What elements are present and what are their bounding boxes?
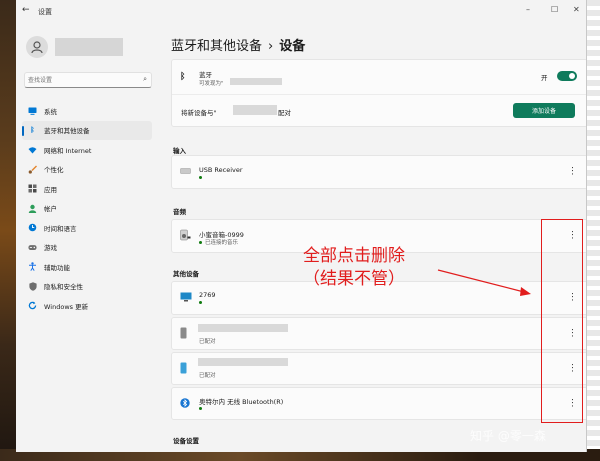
bluetooth-state-label: 开 bbox=[541, 74, 548, 82]
sidebar-item-label: 个性化 bbox=[44, 166, 64, 175]
keyboard-icon bbox=[180, 168, 191, 176]
sidebar-item-label: 应用 bbox=[44, 185, 57, 194]
device-name: 奥特尔内 无线 Bluetooth(R) bbox=[199, 398, 284, 406]
device-name: 2769 bbox=[199, 291, 216, 299]
window-title: 设置 bbox=[38, 8, 52, 16]
device-name-redacted bbox=[198, 324, 288, 332]
device-status: 已连接的音乐 bbox=[199, 238, 238, 246]
sidebar-item-bluetooth-devices[interactable]: ᛒ 蓝牙和其他设备 bbox=[22, 120, 152, 140]
sidebar-item-label: 系统 bbox=[44, 107, 57, 116]
sidebar-item-label: 网络和 Internet bbox=[44, 146, 92, 155]
avatar[interactable] bbox=[26, 36, 48, 58]
status-dot bbox=[199, 300, 205, 306]
search-input[interactable] bbox=[28, 75, 128, 85]
breadcrumb-parent[interactable]: 蓝牙和其他设备 bbox=[171, 39, 262, 54]
device-row-phone-2[interactable]: 已配对 ⋮ bbox=[171, 352, 586, 385]
back-arrow-icon[interactable]: ← bbox=[22, 5, 30, 15]
sidebar-nav: 系统 ᛒ 蓝牙和其他设备 网络和 Internet 个性化 应用 帐户 时间和语… bbox=[22, 101, 152, 316]
more-options-icon[interactable]: ⋮ bbox=[568, 167, 577, 177]
sidebar-item-label: 时间和语言 bbox=[44, 224, 77, 233]
maximize-icon[interactable]: ☐ bbox=[551, 5, 558, 14]
apps-icon bbox=[28, 184, 37, 193]
annotation-line-2: （结果不管） bbox=[303, 269, 405, 289]
sidebar-item-label: 辅助功能 bbox=[44, 263, 70, 272]
sidebar-item-label: 游戏 bbox=[44, 244, 57, 253]
person-icon bbox=[31, 41, 43, 54]
pair-text-suffix: 配对 bbox=[278, 109, 291, 117]
title-bar: ← 设置 – ☐ ✕ bbox=[16, 0, 586, 22]
bluetooth-toggle[interactable] bbox=[557, 71, 577, 81]
minimize-icon[interactable]: – bbox=[526, 5, 530, 14]
bluetooth-subtitle: 可发现为" bbox=[199, 81, 224, 87]
page-title: 设备 bbox=[279, 39, 306, 54]
bluetooth-card: ᛒ 蓝牙 可发现为" 开 将新设备与" 配对 添加设备 bbox=[171, 59, 586, 127]
pc-name-redacted bbox=[233, 105, 277, 115]
breadcrumb-separator: › bbox=[268, 39, 274, 54]
close-icon[interactable]: ✕ bbox=[573, 5, 580, 14]
shield-icon bbox=[28, 282, 37, 291]
device-row-usb-receiver[interactable]: USB Receiver ⋮ bbox=[171, 155, 586, 189]
device-name-redacted bbox=[230, 78, 282, 85]
sidebar-item-network[interactable]: 网络和 Internet bbox=[22, 140, 152, 160]
section-other-devices: 其他设备 bbox=[173, 270, 199, 278]
username-redacted bbox=[55, 38, 123, 56]
annotation-highlight-box bbox=[541, 219, 583, 423]
sidebar-item-accessibility[interactable]: 辅助功能 bbox=[22, 257, 152, 277]
device-status-text: 已配对 bbox=[199, 373, 216, 379]
watermark: 知乎 @零一森 bbox=[470, 429, 546, 443]
sidebar-item-system[interactable]: 系统 bbox=[22, 101, 152, 121]
clock-globe-icon bbox=[28, 223, 37, 232]
monitor-icon bbox=[180, 292, 192, 304]
device-status-text: 已配对 bbox=[199, 339, 216, 345]
sidebar-item-time-language[interactable]: 时间和语言 bbox=[22, 218, 152, 238]
account-icon bbox=[28, 204, 37, 213]
settings-window: ← 设置 – ☐ ✕ ⌕ 系统 ᛒ 蓝牙和其他设备 网络和 Internet 个… bbox=[16, 0, 587, 452]
bluetooth-title: 蓝牙 bbox=[199, 71, 212, 79]
divider bbox=[172, 94, 586, 95]
sidebar-item-label: Windows 更新 bbox=[44, 302, 89, 311]
device-name: USB Receiver bbox=[199, 166, 243, 174]
search-box[interactable]: ⌕ bbox=[24, 72, 152, 88]
search-icon: ⌕ bbox=[143, 75, 147, 83]
annotation-text: 全部点击删除 （结果不管） bbox=[303, 245, 405, 291]
device-name-redacted bbox=[198, 358, 288, 366]
device-row-phone-1[interactable]: 已配对 ⋮ bbox=[171, 317, 586, 350]
sidebar-item-gaming[interactable]: 游戏 bbox=[22, 238, 152, 258]
section-device-settings: 设备设置 bbox=[173, 437, 199, 445]
phone-icon bbox=[180, 327, 187, 341]
status-dot bbox=[199, 406, 205, 412]
sidebar-item-windows-update[interactable]: Windows 更新 bbox=[22, 296, 152, 316]
sidebar-item-apps[interactable]: 应用 bbox=[22, 179, 152, 199]
desktop-wallpaper-left bbox=[0, 0, 16, 461]
accessibility-icon bbox=[28, 262, 37, 272]
sidebar-item-personalization[interactable]: 个性化 bbox=[22, 160, 152, 180]
bluetooth-icon: ᛒ bbox=[30, 126, 35, 135]
sidebar-item-accounts[interactable]: 帐户 bbox=[22, 199, 152, 219]
sidebar-item-label: 隐私和安全性 bbox=[44, 283, 83, 292]
sidebar-item-privacy[interactable]: 隐私和安全性 bbox=[22, 277, 152, 297]
annotation-line-1: 全部点击删除 bbox=[303, 246, 405, 266]
device-row-bluetooth-adapter[interactable]: 奥特尔内 无线 Bluetooth(R) ⋮ bbox=[171, 387, 586, 420]
gamepad-icon bbox=[28, 243, 37, 252]
sidebar-item-label: 帐户 bbox=[44, 205, 57, 214]
breadcrumb: 蓝牙和其他设备 › 设备 bbox=[171, 35, 305, 54]
update-icon bbox=[28, 301, 37, 310]
pair-text-prefix: 将新设备与" bbox=[181, 109, 217, 117]
sidebar-item-label: 蓝牙和其他设备 bbox=[44, 127, 90, 136]
wifi-icon bbox=[28, 145, 37, 154]
speaker-icon bbox=[180, 229, 191, 243]
phone-icon bbox=[180, 362, 187, 376]
device-status-text: 已连接的音乐 bbox=[205, 240, 239, 246]
status-dot bbox=[199, 175, 205, 181]
bluetooth-icon: ᛒ bbox=[180, 72, 186, 82]
bluetooth-icon bbox=[180, 397, 190, 410]
background-window-right bbox=[585, 0, 600, 461]
add-device-button[interactable]: 添加设备 bbox=[513, 103, 575, 118]
section-input: 输入 bbox=[173, 147, 186, 155]
monitor-icon bbox=[28, 106, 37, 115]
brush-icon bbox=[28, 165, 37, 174]
section-audio: 音频 bbox=[173, 208, 186, 216]
